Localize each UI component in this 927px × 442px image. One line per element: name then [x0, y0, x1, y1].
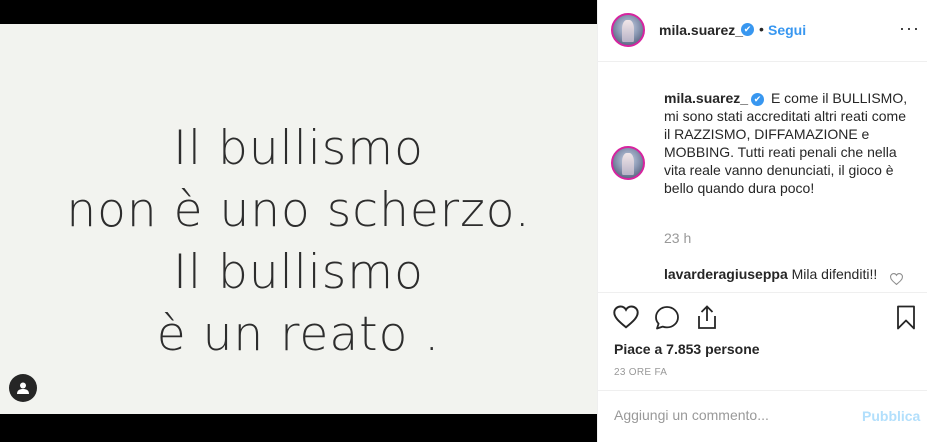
comment-like-heart-icon[interactable]	[889, 272, 904, 290]
caption: mila.suarez_ ✔ E come il BULLISMO, mi son…	[664, 89, 914, 197]
comment-text: Mila difenditi!!	[791, 266, 878, 282]
add-comment-bar: Pubblica	[598, 390, 927, 442]
post-media[interactable]: Il bullismo non è uno scherzo. Il bullis…	[0, 0, 597, 442]
actions-bar: Piace a 7.853 persone 23 ORE FA	[598, 292, 927, 398]
heart-icon[interactable]	[613, 305, 639, 334]
user-tag-icon[interactable]	[9, 374, 37, 402]
post-image-text: Il bullismo non è uno scherzo. Il bullis…	[0, 118, 597, 366]
comment-icon[interactable]	[654, 305, 680, 335]
comment-username[interactable]: lavarderagiuseppa	[664, 266, 788, 282]
caption-avatar[interactable]	[611, 146, 645, 180]
media-letterbox-top	[0, 0, 597, 24]
avatar[interactable]	[611, 13, 645, 47]
publish-button[interactable]: Pubblica	[862, 408, 920, 424]
likes-count[interactable]: Piace a 7.853 persone	[614, 341, 760, 357]
more-options-icon[interactable]: ···	[899, 18, 920, 39]
verified-badge-icon: ✔	[741, 23, 754, 36]
quote-line: Il bullismo	[173, 245, 424, 300]
quote-line: non è uno scherzo.	[66, 183, 531, 238]
comments-section[interactable]: mila.suarez_ ✔ E come il BULLISMO, mi son…	[598, 62, 927, 292]
follow-button[interactable]: Segui	[768, 22, 806, 38]
comment-item: lavarderagiuseppa Mila difenditi!!	[664, 266, 877, 282]
comment-input[interactable]	[614, 407, 844, 423]
verified-badge-icon: ✔	[751, 92, 765, 106]
quote-line: è un reato .	[156, 307, 441, 362]
caption-time[interactable]: 23 h	[664, 230, 691, 246]
caption-username[interactable]: mila.suarez_	[664, 90, 748, 106]
post-header: mila.suarez_ ✔ • Segui ···	[598, 0, 927, 62]
post-side-panel: mila.suarez_ ✔ • Segui ··· mila.suarez_ ✔…	[597, 0, 927, 442]
post-timestamp[interactable]: 23 ORE FA	[614, 367, 667, 378]
bookmark-icon[interactable]	[896, 305, 916, 335]
media-letterbox-bottom	[0, 414, 597, 442]
header-username[interactable]: mila.suarez_	[659, 22, 743, 38]
post-image[interactable]: Il bullismo non è uno scherzo. Il bullis…	[0, 24, 597, 414]
separator-dot: •	[759, 21, 764, 37]
quote-line: Il bullismo	[173, 121, 424, 176]
share-icon[interactable]	[695, 305, 719, 335]
